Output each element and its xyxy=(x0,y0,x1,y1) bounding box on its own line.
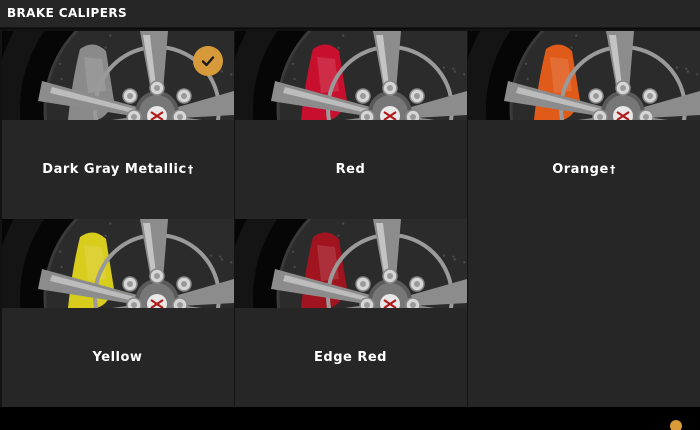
wheel-image xyxy=(235,219,467,308)
option-label: Red xyxy=(235,120,467,219)
caliper-options-grid: Dark Gray Metallic † Red Orange † Yellow E… xyxy=(0,29,700,407)
wheel-image xyxy=(2,31,234,120)
option-orange[interactable]: Orange † xyxy=(468,31,700,219)
wheel-graphic xyxy=(235,219,467,308)
section-header: BRAKE CALIPERS xyxy=(0,0,700,28)
option-label: Orange † xyxy=(468,120,700,219)
option-dark-gray-metallic[interactable]: Dark Gray Metallic † xyxy=(2,31,234,219)
option-label: Dark Gray Metallic † xyxy=(2,120,234,219)
status-dot xyxy=(670,420,682,430)
option-label: Yellow xyxy=(2,308,234,407)
option-yellow[interactable]: Yellow xyxy=(2,219,234,407)
wheel-graphic xyxy=(468,31,700,120)
wheel-graphic xyxy=(2,31,234,120)
section-title: BRAKE CALIPERS xyxy=(7,6,128,20)
empty-grid-cell xyxy=(468,219,700,407)
wheel-graphic xyxy=(235,31,467,120)
option-label: Edge Red xyxy=(235,308,467,407)
wheel-image xyxy=(2,219,234,308)
footer-bar xyxy=(0,407,700,430)
wheel-graphic xyxy=(2,219,234,308)
wheel-image xyxy=(468,31,700,120)
wheel-image xyxy=(235,31,467,120)
selected-check-icon xyxy=(193,46,223,76)
option-red[interactable]: Red xyxy=(235,31,467,219)
option-edge-red[interactable]: Edge Red xyxy=(235,219,467,407)
